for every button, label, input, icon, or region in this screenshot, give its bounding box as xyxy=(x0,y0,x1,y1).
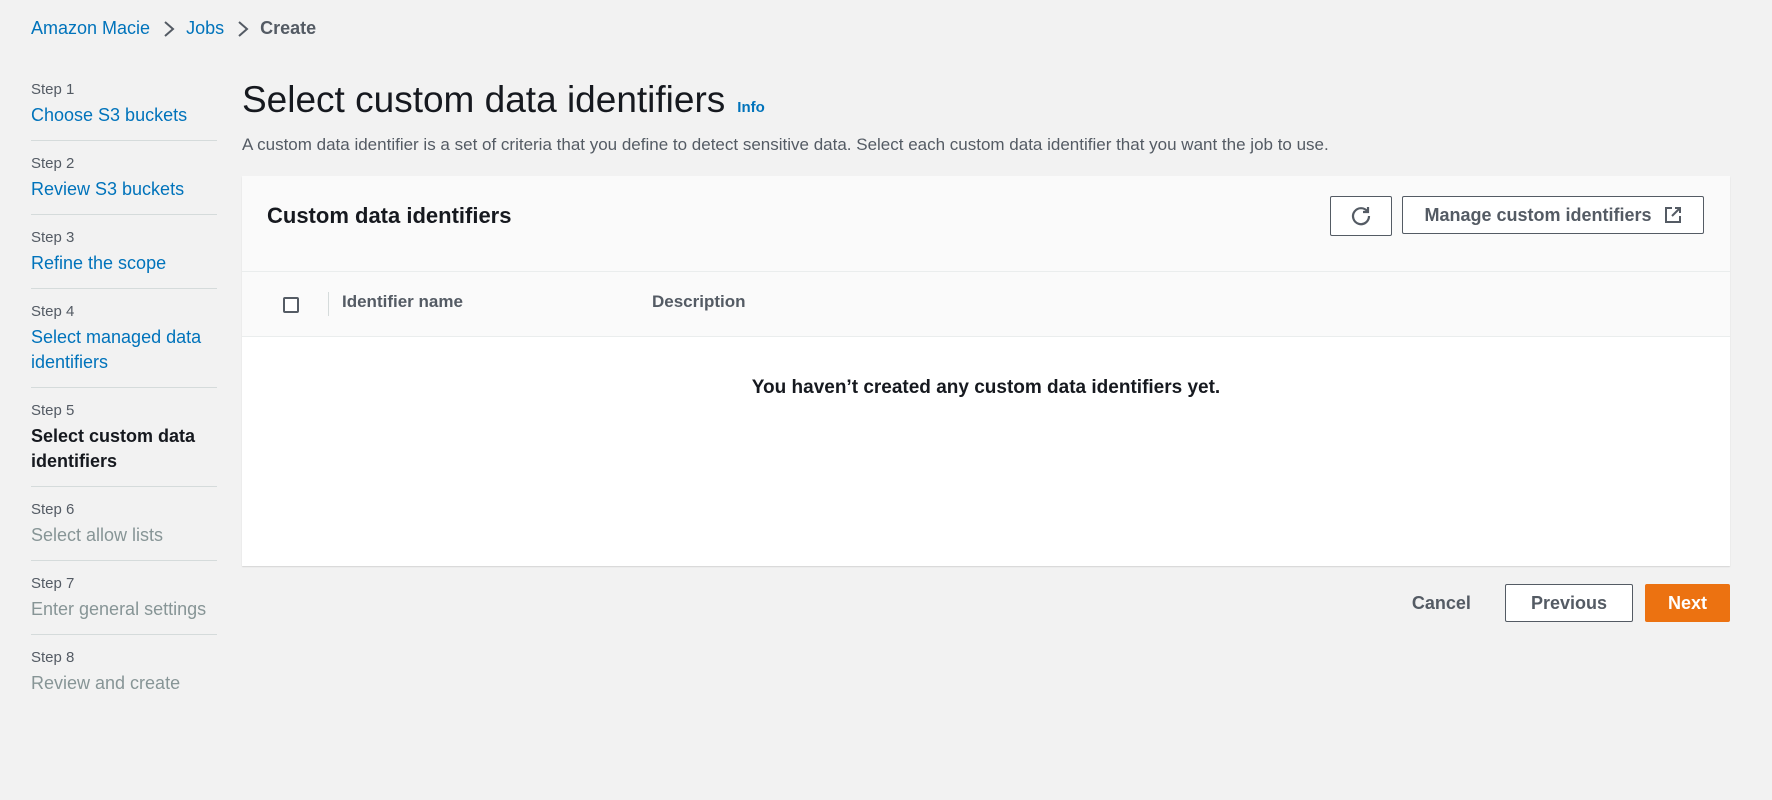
step-4: Step 4 Select managed data identifiers xyxy=(31,303,217,388)
step-8: Step 8 Review and create xyxy=(31,649,217,708)
external-link-icon xyxy=(1664,207,1681,223)
step-number: Step 6 xyxy=(31,501,75,518)
step-2: Step 2 Review S3 buckets xyxy=(31,155,217,215)
step-number: Step 3 xyxy=(31,229,75,246)
step-current-custom-identifiers: Select custom data identifiers xyxy=(31,426,196,471)
step-number: Step 5 xyxy=(31,402,75,419)
breadcrumb-jobs[interactable]: Jobs xyxy=(186,18,224,39)
chevron-right-icon xyxy=(162,20,176,38)
step-link-choose-s3-buckets[interactable]: Choose S3 buckets xyxy=(31,103,217,128)
table-body: You haven’t created any custom data iden… xyxy=(242,337,1730,566)
column-divider xyxy=(328,292,329,316)
step-general-settings: Enter general settings xyxy=(31,599,207,619)
select-all-checkbox[interactable] xyxy=(283,297,299,313)
step-5: Step 5 Select custom data identifiers xyxy=(31,402,217,487)
wizard-steps: Step 1 Choose S3 buckets Step 2 Review S… xyxy=(31,81,217,722)
breadcrumb-create: Create xyxy=(260,18,317,38)
panel-title: Custom data identifiers xyxy=(267,203,512,228)
next-button[interactable]: Next xyxy=(1644,584,1730,622)
info-link[interactable]: Info xyxy=(737,99,765,116)
main-content: Select custom data identifiers Info A cu… xyxy=(242,78,1730,622)
column-header-identifier-name[interactable]: Identifier name xyxy=(342,292,463,312)
panel-header: Custom data identifiers Manage custom id… xyxy=(242,176,1730,272)
step-link-refine-scope[interactable]: Refine the scope xyxy=(31,251,217,276)
cancel-button[interactable]: Cancel xyxy=(1390,585,1493,621)
step-number: Step 7 xyxy=(31,575,75,592)
step-number: Step 2 xyxy=(31,155,75,172)
refresh-icon xyxy=(1351,207,1371,226)
step-link-managed-identifiers[interactable]: Select managed data identifiers xyxy=(31,325,217,375)
empty-state-message: You haven’t created any custom data iden… xyxy=(751,377,1221,398)
manage-custom-identifiers-button[interactable]: Manage custom identifiers xyxy=(1402,196,1704,234)
step-link-review-s3-buckets[interactable]: Review S3 buckets xyxy=(31,177,217,202)
step-7: Step 7 Enter general settings xyxy=(31,575,217,635)
custom-identifiers-panel: Custom data identifiers Manage custom id… xyxy=(242,176,1730,566)
wizard-actions: Cancel Previous Next xyxy=(1390,584,1730,622)
step-number: Step 8 xyxy=(31,649,75,666)
page-title: Select custom data identifiers xyxy=(242,79,726,120)
breadcrumb-amazon-macie[interactable]: Amazon Macie xyxy=(31,18,150,39)
step-number: Step 4 xyxy=(31,303,75,320)
page-description: A custom data identifier is a set of cri… xyxy=(242,135,1329,154)
refresh-button[interactable] xyxy=(1330,196,1392,236)
manage-button-label: Manage custom identifiers xyxy=(1424,204,1652,225)
column-header-description: Description xyxy=(652,292,746,311)
breadcrumb: Amazon Macie Jobs Create xyxy=(31,18,316,39)
step-allow-lists: Select allow lists xyxy=(31,525,164,545)
chevron-right-icon xyxy=(236,20,250,38)
step-number: Step 1 xyxy=(31,81,75,98)
table-header: Identifier name Description xyxy=(242,272,1730,337)
step-6: Step 6 Select allow lists xyxy=(31,501,217,561)
step-review-create: Review and create xyxy=(31,673,181,693)
step-1: Step 1 Choose S3 buckets xyxy=(31,81,217,141)
step-3: Step 3 Refine the scope xyxy=(31,229,217,289)
page-header: Select custom data identifiers Info xyxy=(242,78,1730,122)
previous-button[interactable]: Previous xyxy=(1504,584,1633,622)
